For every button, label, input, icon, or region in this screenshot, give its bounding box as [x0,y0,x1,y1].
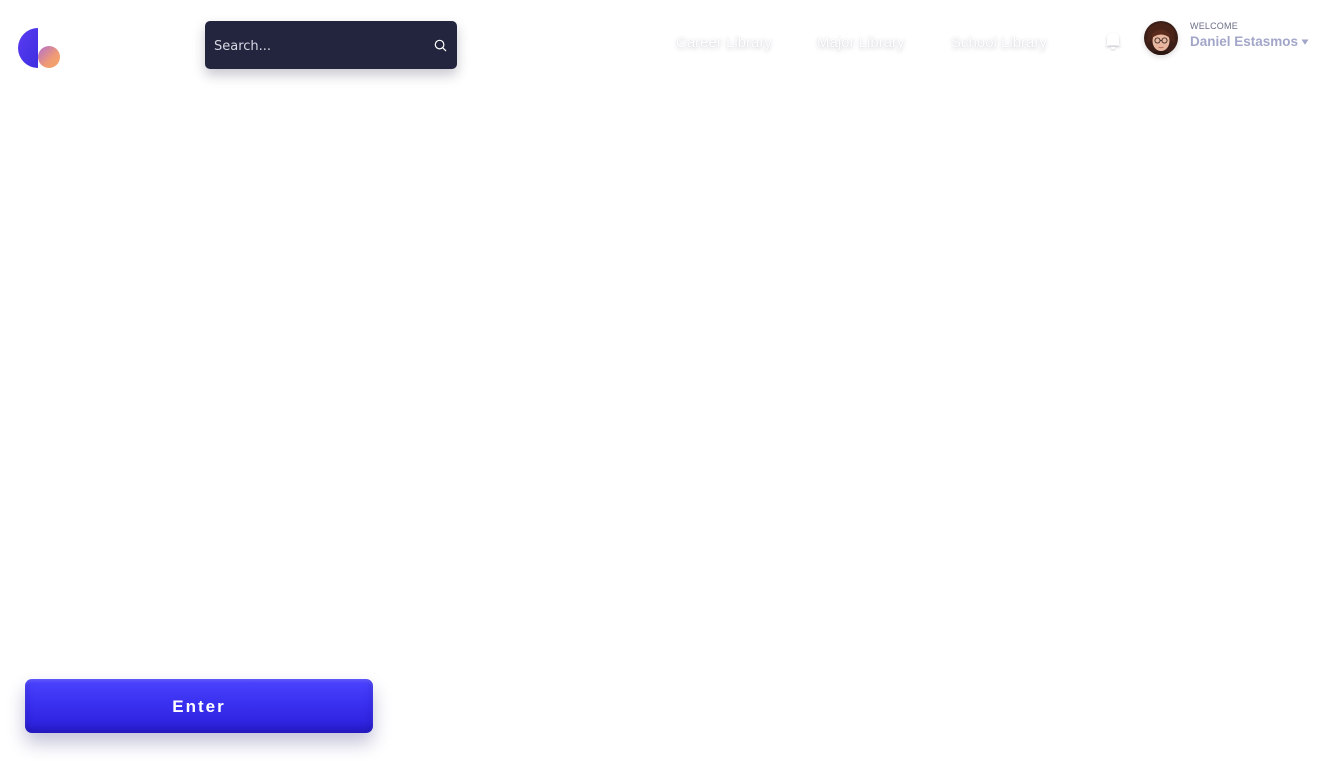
nav-school-library[interactable]: School Library [951,34,1047,51]
welcome-label: WELCOME [1190,21,1238,31]
page: Career Library Major Library School Libr… [0,0,1323,767]
search-icon[interactable] [434,39,447,52]
brand-logo-icon[interactable] [18,28,62,70]
nav-career-library[interactable]: Career Library [676,34,772,51]
user-name: Daniel Estasmos [1190,34,1299,49]
bell-icon[interactable] [1102,29,1124,51]
user-menu[interactable]: Daniel Estasmos [1190,34,1309,49]
search-input[interactable] [214,39,434,54]
chevron-down-icon[interactable] [1301,38,1309,46]
search-bar [205,21,457,69]
enter-button[interactable]: Enter [25,679,373,733]
nav-major-library[interactable]: Major Library [817,34,905,51]
avatar[interactable] [1144,21,1178,55]
